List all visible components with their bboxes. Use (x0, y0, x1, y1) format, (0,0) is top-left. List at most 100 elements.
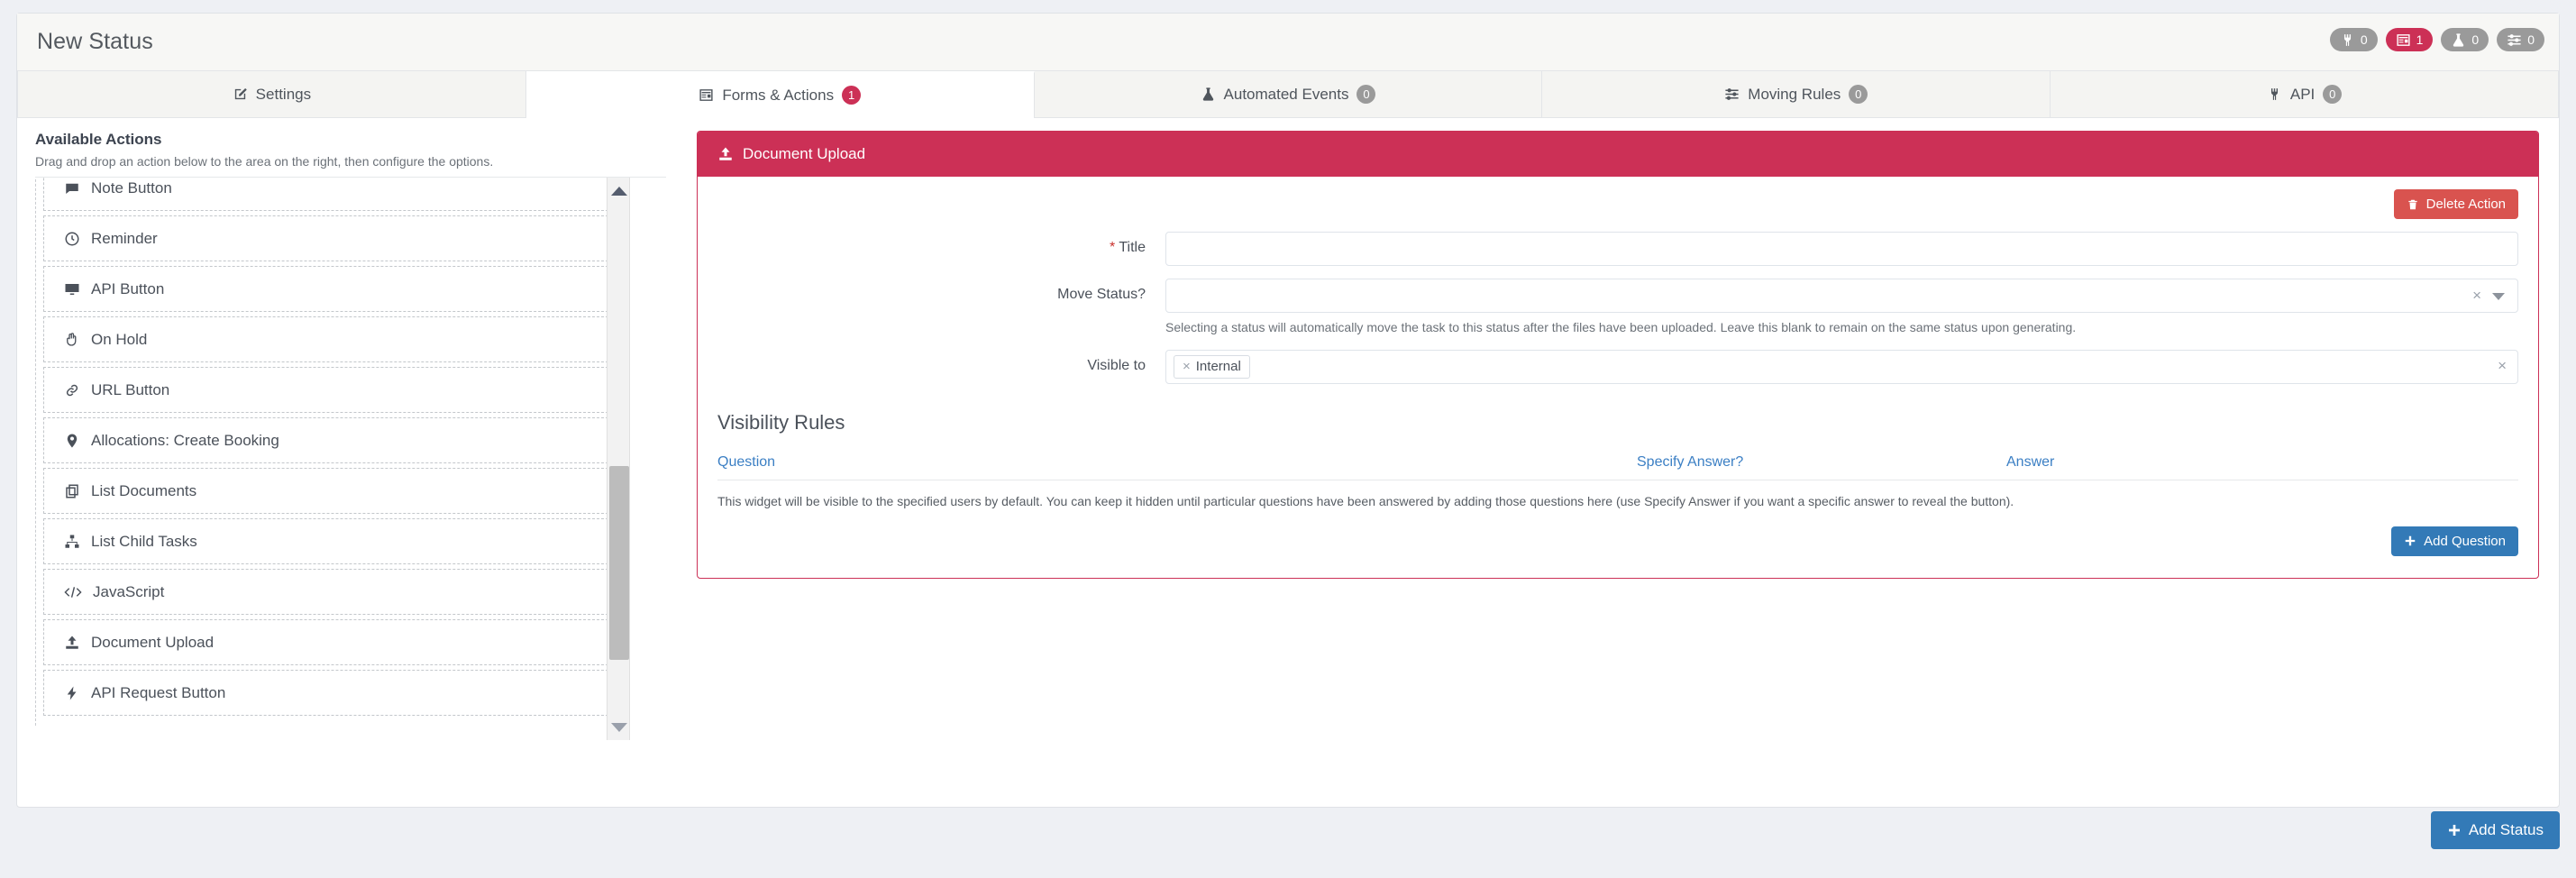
add-question-label: Add Question (2424, 533, 2506, 549)
column-header-specify-answer[interactable]: Specify Answer? (1637, 454, 1743, 470)
edit-icon (234, 88, 247, 100)
tab-label: Moving Rules (1748, 85, 1841, 103)
badge-events-count[interactable]: 0 (2441, 28, 2489, 51)
tab-badge: 1 (842, 86, 862, 105)
plus-icon (2448, 825, 2460, 836)
tab-moving-rules[interactable]: Moving Rules 0 (1542, 71, 2051, 117)
action-item-api-request-button[interactable]: API Request Button (43, 670, 617, 716)
delete-action-label: Delete Action (2425, 197, 2506, 212)
tab-settings[interactable]: Settings (17, 71, 526, 117)
plug-icon (2343, 33, 2351, 46)
move-status-field-label: Move Status? (1057, 287, 1146, 302)
scrollbar-thumb[interactable] (609, 466, 629, 660)
action-item-label: JavaScript (93, 582, 165, 600)
upload-icon (719, 147, 732, 160)
tab-label: Automated Events (1223, 85, 1349, 103)
badge-forms-count[interactable]: 1 (2385, 28, 2434, 51)
action-item-reminder[interactable]: Reminder (43, 215, 617, 261)
action-item-label: Allocations: Create Booking (91, 431, 279, 449)
title-field-label: * Title (717, 232, 1165, 256)
badge-value: 0 (2527, 32, 2535, 47)
move-status-help-text: Selecting a status will automatically mo… (1165, 320, 2077, 334)
title-label-text: Title (1119, 240, 1146, 255)
status-editor-panel: New Status 0 1 0 0 Settings Forms & Acti… (16, 13, 2560, 808)
action-item-document-upload[interactable]: Document Upload (43, 619, 617, 665)
title-input[interactable] (1165, 232, 2518, 266)
sliders-icon (1725, 88, 1739, 100)
chevron-down-icon (611, 723, 627, 732)
action-item-note-button[interactable]: Note Button (43, 178, 617, 211)
tab-label: API (2289, 85, 2316, 103)
visible-to-clear-icon[interactable]: × (2498, 358, 2507, 373)
column-header-answer[interactable]: Answer (2006, 454, 2054, 470)
badge-rules-count[interactable]: 0 (2497, 28, 2544, 51)
upload-icon (66, 636, 78, 649)
scroll-up-button[interactable] (607, 179, 631, 203)
move-status-select[interactable]: × (1165, 279, 2518, 313)
tab-api[interactable]: API 0 (2051, 71, 2559, 117)
add-question-button[interactable]: Add Question (2391, 526, 2518, 556)
bolt-icon (67, 686, 77, 700)
move-status-field-control: × Selecting a status will automatically … (1165, 279, 2518, 337)
flask-icon (2453, 32, 2464, 47)
action-item-javascript[interactable]: JavaScript (43, 569, 617, 615)
widget-header-title: Document Upload (743, 145, 866, 162)
required-marker: * (1109, 240, 1116, 255)
action-item-list-child-tasks[interactable]: List Child Tasks (43, 518, 617, 564)
chevron-down-icon[interactable] (2492, 293, 2505, 300)
page-footer: Add Status (16, 811, 2560, 865)
column-header-question-cell: Question (717, 454, 1637, 471)
action-item-url-button[interactable]: URL Button (43, 367, 617, 413)
add-status-button[interactable]: Add Status (2430, 811, 2560, 849)
add-status-label: Add Status (2468, 821, 2544, 838)
widget-header: Document Upload (698, 132, 2538, 177)
visible-to-tag-input[interactable]: × Internal × (1165, 349, 2518, 384)
visible-to-field-control: × Internal × (1165, 349, 2518, 384)
visible-to-field-row: Visible to × Internal × (717, 349, 2518, 384)
column-header-question[interactable]: Question (717, 454, 775, 470)
scroll-down-button[interactable] (607, 716, 631, 739)
visibility-rules-description: This widget will be visible to the speci… (717, 479, 2518, 510)
editor-body: Available Actions Drag and drop an actio… (17, 118, 2559, 809)
available-actions-panel: Available Actions Drag and drop an actio… (17, 118, 684, 809)
tab-automated-events[interactable]: Automated Events 0 (1034, 71, 1543, 117)
note-icon (66, 183, 78, 194)
delete-action-row: Delete Action (717, 189, 2518, 219)
title-field-control (1165, 232, 2518, 266)
action-config-panel: Document Upload Delete Action * Title Mo… (684, 118, 2559, 809)
action-item-label: URL Button (91, 380, 170, 398)
badge-value: 0 (2360, 32, 2368, 47)
sliders-icon (2507, 33, 2521, 46)
move-status-clear-icon[interactable]: × (2472, 288, 2481, 303)
tab-badge: 0 (1357, 85, 1376, 104)
visibility-rules-title: Visibility Rules (717, 410, 845, 434)
action-item-on-hold[interactable]: On Hold (43, 316, 617, 362)
chevron-up-icon (611, 187, 627, 196)
delete-action-button[interactable]: Delete Action (2393, 189, 2518, 219)
map-pin-icon (67, 434, 78, 447)
action-item-allocations-create-booking[interactable]: Allocations: Create Booking (43, 417, 617, 463)
plug-icon (2270, 88, 2278, 100)
action-item-label: API Request Button (91, 683, 226, 701)
form-icon (2397, 33, 2410, 46)
action-item-list-documents[interactable]: List Documents (43, 468, 617, 514)
visibility-rules-columns: Question Specify Answer? Answer (717, 454, 2518, 471)
tab-badge: 0 (1849, 85, 1868, 104)
action-item-label: On Hold (91, 330, 148, 348)
page-title: New Status (37, 29, 153, 54)
available-actions-scrollbar[interactable] (607, 178, 630, 740)
tag-remove-icon[interactable]: × (1183, 359, 1191, 374)
flask-icon (1202, 87, 1213, 101)
action-item-label: List Child Tasks (91, 532, 197, 550)
trash-icon (2407, 199, 2417, 209)
action-item-label: Note Button (91, 178, 172, 197)
move-status-field-row: Move Status? × Selecting a status will a… (717, 279, 2518, 337)
action-item-api-button[interactable]: API Button (43, 266, 617, 312)
tab-forms-actions[interactable]: Forms & Actions 1 (525, 71, 1035, 118)
available-actions-subtitle: Drag and drop an action below to the are… (35, 154, 494, 169)
action-item-label: Document Upload (91, 633, 215, 651)
badge-api-count[interactable]: 0 (2329, 28, 2378, 51)
header-badge-group: 0 1 0 0 (2329, 28, 2544, 51)
tab-label: Settings (255, 85, 312, 103)
visible-to-tag[interactable]: × Internal (1174, 354, 1250, 379)
